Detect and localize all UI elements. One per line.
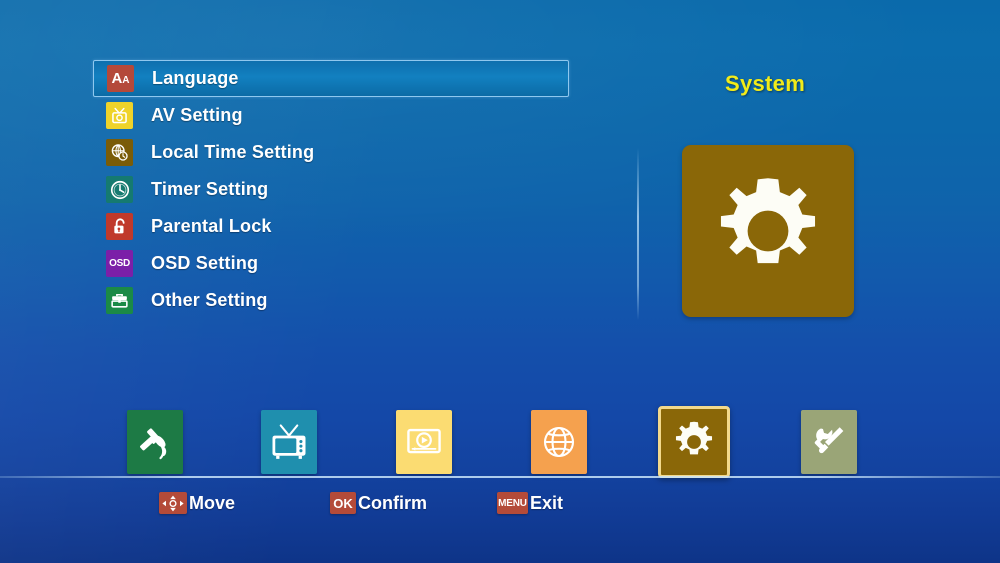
dpad-arrows-icon bbox=[159, 492, 187, 514]
menu-item-label: Other Setting bbox=[151, 290, 268, 310]
help-bar-divider bbox=[0, 476, 1000, 478]
television-icon bbox=[272, 424, 306, 459]
help-item-move[interactable]: Move bbox=[159, 489, 235, 517]
help-item-exit[interactable]: MENU Exit bbox=[497, 489, 563, 517]
menu-item-osd-setting[interactable]: OSD OSD Setting bbox=[93, 245, 569, 282]
system-detail-tile bbox=[682, 145, 854, 317]
menu-item-timer-setting[interactable]: Timer Setting bbox=[93, 171, 569, 208]
stb-menu-screen: AA Language AV Setting Local Time Settin… bbox=[0, 0, 1000, 563]
help-label: Move bbox=[189, 492, 236, 513]
satellite-dish-icon bbox=[140, 428, 167, 460]
menu-item-parental-lock[interactable]: Parental Lock bbox=[93, 208, 569, 245]
open-lock-icon bbox=[106, 213, 133, 240]
help-label: Exit bbox=[530, 492, 564, 513]
menu-item-label: Parental Lock bbox=[151, 216, 272, 236]
menu-item-label: Local Time Setting bbox=[151, 142, 315, 162]
wrench-screwdriver-icon bbox=[814, 427, 844, 454]
tv-camera-icon bbox=[106, 102, 133, 129]
gear-icon bbox=[720, 178, 816, 264]
menu-item-local-time-setting[interactable]: Local Time Setting bbox=[93, 134, 569, 171]
main-category-bar bbox=[0, 400, 1000, 478]
category-network[interactable] bbox=[531, 410, 587, 474]
menu-item-language[interactable]: AA Language bbox=[93, 60, 569, 97]
settings-menu-list: AA Language AV Setting Local Time Settin… bbox=[93, 60, 569, 319]
menu-item-label: AV Setting bbox=[151, 105, 243, 125]
category-system[interactable] bbox=[658, 406, 730, 478]
letters-aa-icon: AA bbox=[107, 65, 134, 92]
page-title: System bbox=[725, 71, 806, 96]
menu-item-label: OSD Setting bbox=[151, 253, 259, 273]
help-label: Confirm bbox=[358, 492, 427, 513]
gear-icon bbox=[675, 421, 713, 455]
ok-key-badge: OK bbox=[330, 492, 356, 514]
menu-item-label: Language bbox=[152, 68, 239, 88]
globe-icon bbox=[543, 426, 575, 458]
help-bar: Move OK Confirm MENU Exit bbox=[0, 489, 1000, 523]
help-item-confirm[interactable]: OK Confirm bbox=[330, 489, 427, 517]
toolbox-icon bbox=[106, 287, 133, 314]
clock-icon bbox=[106, 176, 133, 203]
media-player-icon bbox=[407, 428, 441, 454]
osd-text-icon: OSD bbox=[106, 250, 133, 277]
category-media[interactable] bbox=[396, 410, 452, 474]
menu-item-other-setting[interactable]: Other Setting bbox=[93, 282, 569, 319]
category-tools[interactable] bbox=[801, 410, 857, 474]
menu-key-badge: MENU bbox=[497, 492, 528, 514]
panel-divider bbox=[637, 148, 639, 320]
menu-item-av-setting[interactable]: AV Setting bbox=[93, 97, 569, 134]
category-installation[interactable] bbox=[127, 410, 183, 474]
menu-item-label: Timer Setting bbox=[151, 179, 269, 199]
category-channel[interactable] bbox=[261, 410, 317, 474]
globe-clock-icon bbox=[106, 139, 133, 166]
